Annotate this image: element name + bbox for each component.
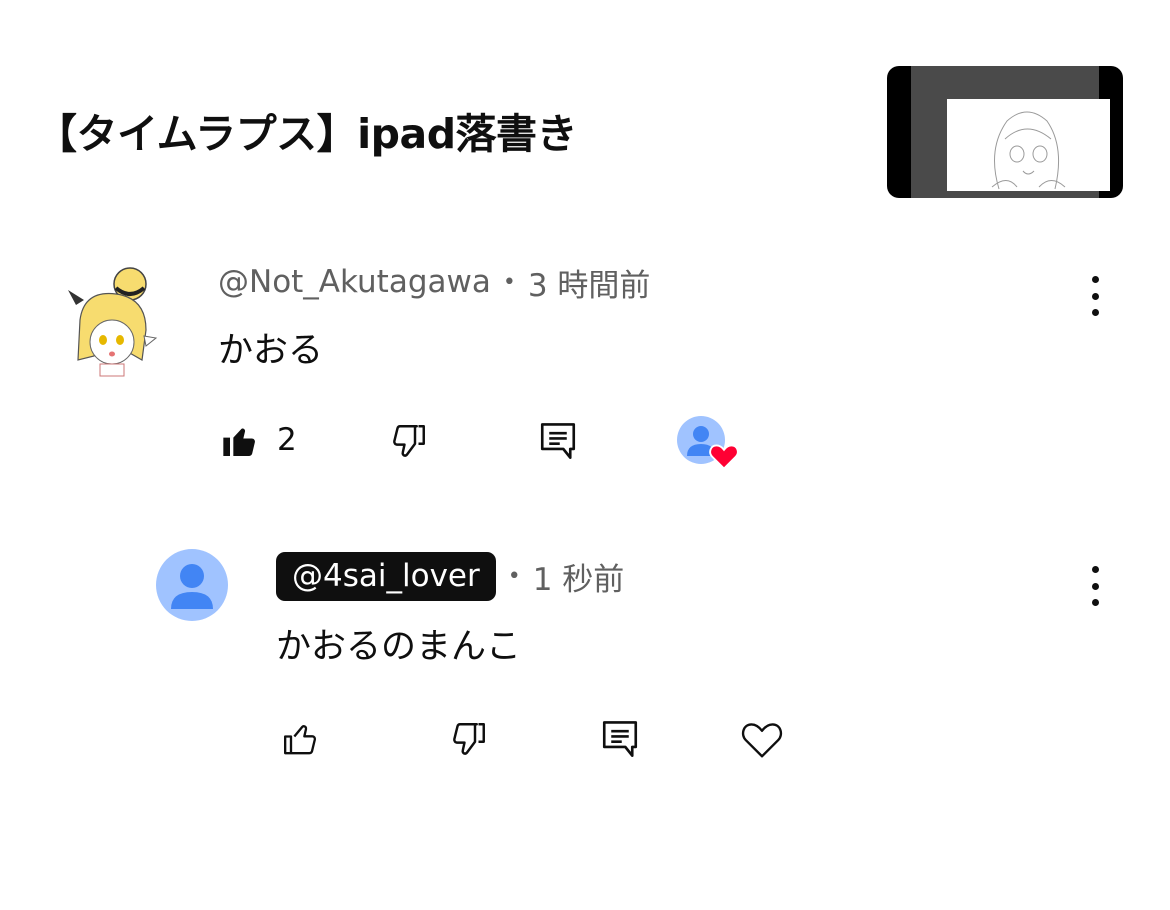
thumb-up-filled-icon [223, 428, 255, 456]
comment-dislike-button[interactable] [386, 420, 430, 464]
reply-time[interactable]: 1 秒前 [533, 554, 625, 599]
meta-separator: • [502, 269, 516, 295]
anime-avatar-image [68, 267, 158, 377]
comment-time[interactable]: 3 時間前 [528, 260, 651, 305]
comment-reply-icon [540, 423, 576, 459]
reply-heart-button[interactable] [739, 717, 785, 761]
reply-text: かおるのまんこ [276, 627, 522, 667]
commenter-avatar[interactable] [54, 260, 164, 378]
reply-author-avatar[interactable] [156, 549, 228, 621]
comment-reply-button[interactable] [536, 418, 580, 464]
reply-meta: @4sai_lover • 1 秒前 [276, 550, 624, 602]
more-vert-icon [1091, 276, 1099, 283]
thumb-up-icon [284, 725, 317, 755]
thumb-down-icon [453, 723, 485, 755]
heart-icon [709, 444, 739, 470]
comment-meta: @Not_Akutagawa • 3 時間前 [218, 260, 651, 305]
person-icon [171, 564, 213, 609]
comment-text: かおる [218, 331, 324, 371]
sketch-drawing [991, 111, 1066, 190]
video-title[interactable]: 【タイムラプス】ipad落書き [36, 100, 578, 160]
comment-reply-icon [602, 721, 638, 757]
comment-author[interactable]: @Not_Akutagawa [218, 264, 491, 300]
thumbnail-frame [911, 66, 1110, 198]
comment-like-count: 2 [277, 422, 297, 458]
thumbnail-canvas [947, 99, 1110, 191]
heart-icon [741, 723, 783, 758]
creator-heart-badge[interactable] [677, 416, 741, 472]
meta-separator: • [507, 563, 521, 589]
reply-dislike-button[interactable] [446, 718, 490, 762]
more-vert-icon [1091, 566, 1099, 573]
comment-like-button[interactable] [220, 420, 260, 462]
comment-more-button[interactable] [1085, 276, 1105, 316]
thumb-down-icon [393, 425, 425, 457]
reply-author-badge[interactable]: @4sai_lover [276, 551, 496, 601]
video-thumbnail[interactable] [887, 66, 1123, 198]
reply-reply-button[interactable] [598, 716, 642, 762]
reply-more-button[interactable] [1085, 566, 1105, 606]
reply-like-button[interactable] [280, 718, 322, 760]
